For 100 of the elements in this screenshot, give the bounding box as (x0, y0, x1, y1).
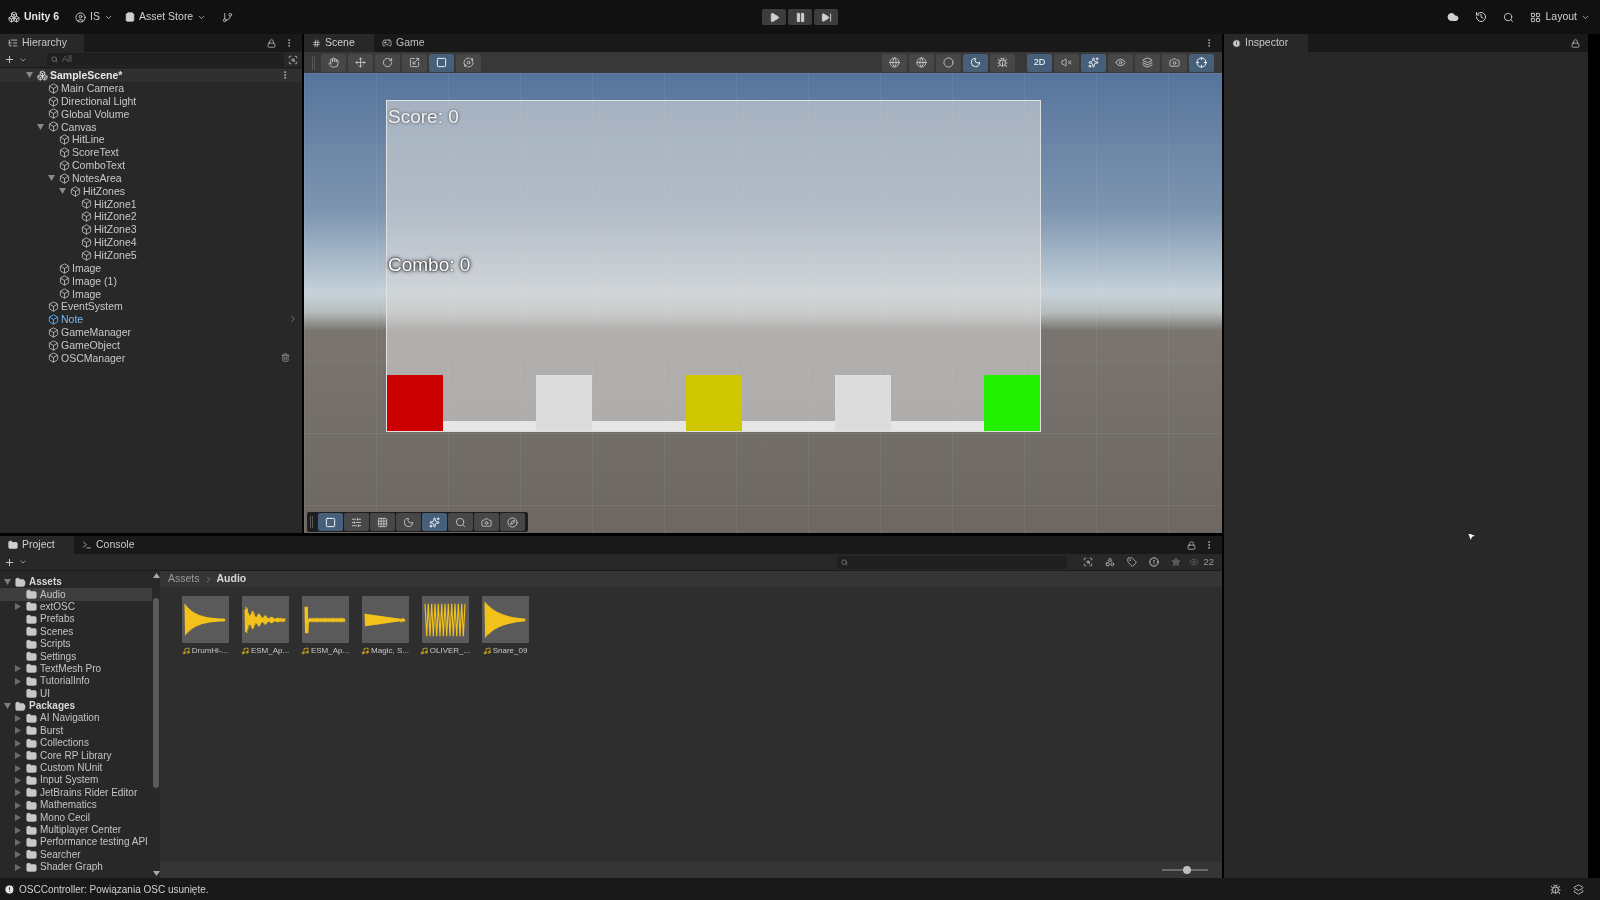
camera-toggle[interactable] (1162, 53, 1187, 72)
rect-tool[interactable] (429, 53, 454, 72)
folder-item[interactable]: Burst (0, 724, 152, 738)
transform-tool[interactable] (456, 53, 481, 72)
scroll-down-icon[interactable] (152, 871, 160, 876)
debug-toggle[interactable] (990, 53, 1015, 72)
folder-item[interactable]: Scripts (0, 637, 152, 651)
hierarchy-tab[interactable]: Hierarchy (0, 34, 84, 52)
rotate-tool[interactable] (375, 53, 400, 72)
alert-icon[interactable] (1149, 557, 1160, 567)
folder-item[interactable]: AI Navigation (0, 712, 152, 725)
panel-tab[interactable]: Project (0, 536, 74, 554)
step-button[interactable] (814, 9, 838, 25)
layers-icon[interactable] (1573, 883, 1584, 895)
scale-tool[interactable] (402, 53, 427, 72)
folder-item[interactable]: Packages (0, 699, 152, 713)
slider-thumb[interactable] (1183, 866, 1192, 874)
folder-item[interactable]: TextMesh Pro (0, 662, 152, 676)
folder-item[interactable]: Input System (0, 774, 152, 787)
hierarchy-item[interactable]: GameObject (0, 338, 302, 352)
folder-item[interactable]: Performance testing API (0, 836, 152, 849)
expand-arrow-icon[interactable] (15, 603, 21, 611)
expand-arrow-icon[interactable] (15, 851, 21, 859)
folder-item[interactable]: Collections (0, 737, 152, 750)
history-icon[interactable] (1475, 11, 1488, 23)
breadcrumb-link[interactable]: Audio (216, 571, 247, 587)
hierarchy-item[interactable]: HitZone4 (0, 235, 302, 249)
audio-thumbnail[interactable] (361, 596, 409, 643)
expand-arrow-icon[interactable] (4, 579, 11, 586)
search-button[interactable] (448, 513, 473, 531)
search-field[interactable]: All (47, 53, 284, 66)
expand-arrow-icon[interactable] (15, 838, 21, 846)
folder-item[interactable]: Settings (0, 650, 152, 663)
type-filter-icon[interactable] (1105, 557, 1116, 567)
hand-tool[interactable] (321, 53, 346, 72)
gizmos-toggle[interactable] (1189, 53, 1214, 72)
audio-thumbnail[interactable] (181, 596, 229, 643)
play-button[interactable] (762, 9, 786, 25)
camera-toggle[interactable] (474, 513, 499, 531)
sliders-toggle[interactable] (344, 513, 369, 531)
lock-icon[interactable] (1571, 38, 1580, 48)
expand-arrow-icon[interactable] (15, 801, 21, 809)
rect-tool[interactable] (318, 513, 343, 531)
search-field[interactable] (837, 555, 1068, 569)
caret-icon[interactable] (19, 558, 27, 566)
audio-thumbnail[interactable] (421, 596, 469, 643)
shading-toggle[interactable] (909, 53, 934, 72)
folder-item[interactable]: Audio (0, 588, 152, 601)
audio-toggle[interactable] (1054, 53, 1079, 72)
audio-thumbnail[interactable] (241, 596, 289, 643)
hierarchy-item[interactable]: HitLine (0, 133, 302, 147)
expand-arrow-icon[interactable] (15, 814, 21, 822)
folder-item[interactable]: Prefabs (0, 613, 152, 626)
hierarchy-item[interactable]: Canvas (0, 120, 302, 134)
hierarchy-item[interactable]: GameManager (0, 325, 302, 339)
scene-search-icon[interactable] (288, 54, 298, 65)
view-tab[interactable]: Scene (304, 34, 374, 52)
hierarchy-item[interactable]: ComboText (0, 158, 302, 172)
pause-button[interactable] (788, 9, 812, 25)
folder-item[interactable]: JetBrains Rider Editor (0, 786, 152, 800)
scene-search-icon[interactable] (1083, 557, 1094, 567)
folder-item[interactable]: Shader Graph (0, 861, 152, 874)
inspector-tab[interactable]: Inspector (1224, 34, 1308, 52)
expand-arrow-icon[interactable] (48, 175, 55, 182)
version-control-icon[interactable] (222, 11, 234, 23)
expand-arrow-icon[interactable] (15, 863, 21, 871)
lighting-toggle[interactable] (963, 53, 988, 72)
effects-toggle[interactable] (1081, 53, 1106, 72)
hierarchy-item[interactable]: Main Camera (0, 81, 302, 95)
add-icon[interactable] (4, 54, 15, 65)
folder-item[interactable]: extOSC (0, 600, 152, 614)
hierarchy-item[interactable]: OSCManager (0, 351, 302, 365)
hierarchy-item[interactable]: Directional Light (0, 94, 302, 108)
trash-icon[interactable] (281, 353, 290, 363)
star-icon[interactable] (1171, 557, 1182, 567)
search-icon[interactable] (1503, 11, 1515, 23)
effects-toggle[interactable] (422, 513, 447, 531)
hierarchy-item[interactable]: HitZone3 (0, 223, 302, 236)
expand-arrow-icon[interactable] (37, 123, 44, 130)
breadcrumb-link[interactable]: Assets (168, 571, 200, 587)
folder-item[interactable]: Searcher (0, 848, 152, 861)
open-prefab-icon[interactable] (288, 314, 298, 325)
view-tab[interactable]: Game (374, 34, 433, 52)
expand-arrow-icon[interactable] (15, 665, 21, 673)
hierarchy-item[interactable]: ScoreText (0, 146, 302, 159)
panel-tab[interactable]: Console (74, 536, 148, 554)
audio-thumbnail[interactable] (481, 596, 529, 643)
asset-store-button[interactable]: Asset Store (124, 9, 207, 25)
hierarchy-item[interactable]: HitZone2 (0, 210, 302, 224)
hierarchy-item[interactable]: NotesArea (0, 171, 302, 185)
add-icon[interactable] (4, 556, 15, 568)
hierarchy-item[interactable]: Image (1) (0, 274, 302, 288)
hierarchy-item[interactable]: HitZone5 (0, 248, 302, 262)
move-tool[interactable] (348, 53, 373, 72)
folder-item[interactable]: Multiplayer Center (0, 823, 152, 837)
search-input[interactable]: All (62, 52, 182, 67)
expand-arrow-icon[interactable] (15, 677, 21, 685)
sphere-toggle[interactable] (936, 53, 961, 72)
expand-arrow-icon[interactable] (15, 727, 21, 735)
expand-arrow-icon[interactable] (59, 188, 66, 194)
